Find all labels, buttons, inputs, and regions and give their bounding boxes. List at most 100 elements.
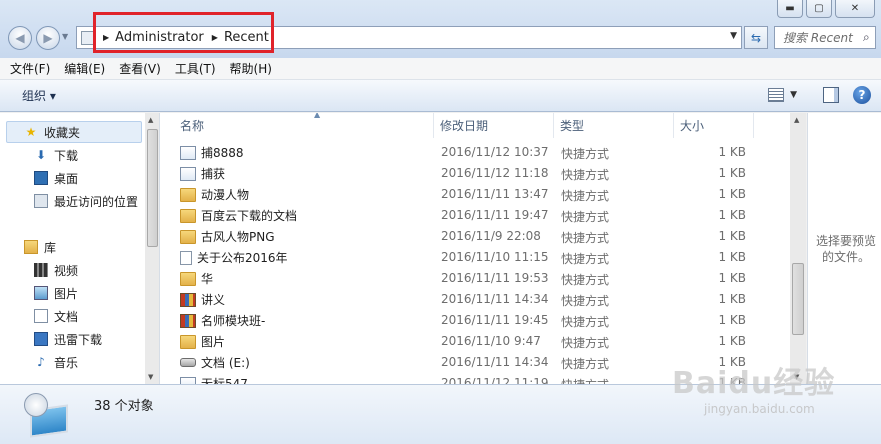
sort-ascending-icon: ▲ xyxy=(314,113,321,119)
folder-icon xyxy=(180,187,196,202)
file-row[interactable]: 百度云下载的文档 2016/11/11 19:47 快捷方式 1 KB xyxy=(160,204,790,225)
file-type: 快捷方式 xyxy=(561,294,610,308)
file-row[interactable]: 华 2016/11/11 19:53 快捷方式 1 KB xyxy=(160,267,790,288)
nav-downloads[interactable]: ⬇ 下载 xyxy=(34,145,78,165)
file-list-scrollbar-thumb[interactable] xyxy=(792,263,804,335)
file-type: 快捷方式 xyxy=(561,273,610,287)
file-date: 2016/11/11 19:53 xyxy=(441,271,549,285)
refresh-button[interactable]: ⇆ xyxy=(744,26,768,49)
search-icon[interactable]: ⌕ xyxy=(863,30,870,45)
library-icon xyxy=(24,240,38,254)
minimize-button[interactable]: ▬ xyxy=(777,0,803,18)
refresh-icon: ⇆ xyxy=(750,30,762,45)
file-name: 动漫人物 xyxy=(201,188,250,202)
nav-music-label: 音乐 xyxy=(54,355,79,370)
file-date: 2016/11/12 10:37 xyxy=(441,145,549,159)
file-date: 2016/11/11 19:47 xyxy=(441,208,549,222)
file-size: 1 KB xyxy=(718,376,746,384)
help-icon[interactable]: ? xyxy=(853,86,871,104)
nav-libraries[interactable]: 库 xyxy=(24,237,56,257)
column-header-size[interactable]: 大小 xyxy=(674,113,754,138)
nav-scrollbar[interactable]: ▲ ▼ xyxy=(145,113,159,384)
file-type: 快捷方式 xyxy=(561,252,610,266)
file-row[interactable]: 图片 2016/11/10 9:47 快捷方式 1 KB xyxy=(160,330,790,351)
file-row[interactable]: 无标547 2016/11/12 11:19 快捷方式 1 KB xyxy=(160,372,790,384)
file-type: 快捷方式 xyxy=(561,315,610,329)
file-name-cell: 图片 xyxy=(180,333,225,350)
recent-places-icon xyxy=(34,194,48,208)
menu-file[interactable]: 文件(F) xyxy=(10,60,50,77)
menu-edit[interactable]: 编辑(E) xyxy=(64,60,105,77)
file-row[interactable]: 捕获 2016/11/12 11:18 快捷方式 1 KB xyxy=(160,162,790,183)
view-options-icon[interactable] xyxy=(768,88,785,102)
file-list-scrollbar[interactable]: ▲ ▼ xyxy=(790,113,806,384)
column-size-label: 大小 xyxy=(680,119,705,133)
file-date: 2016/11/11 13:47 xyxy=(441,187,549,201)
desktop-icon xyxy=(34,171,48,185)
nav-xunlei-downloads[interactable]: 迅雷下载 xyxy=(34,329,102,349)
video-icon xyxy=(34,263,48,277)
file-row[interactable]: 文档 (E:) 2016/11/11 14:34 快捷方式 1 KB xyxy=(160,351,790,372)
archive-icon xyxy=(180,313,196,328)
file-row[interactable]: 名师模块班- 2016/11/11 19:45 快捷方式 1 KB xyxy=(160,309,790,330)
search-box[interactable]: ⌕ xyxy=(774,26,876,49)
menu-tools[interactable]: 工具(T) xyxy=(175,60,216,77)
nav-pictures[interactable]: 图片 xyxy=(34,283,78,303)
nav-music[interactable]: ♪ 音乐 xyxy=(34,352,78,372)
file-size: 1 KB xyxy=(718,187,746,201)
menu-view[interactable]: 查看(V) xyxy=(119,60,161,77)
file-name-cell: 捕获 xyxy=(180,165,225,182)
scroll-up-arrow-icon[interactable]: ▲ xyxy=(148,116,153,124)
download-icon: ⬇ xyxy=(35,148,47,162)
file-type: 快捷方式 xyxy=(561,231,610,245)
nav-recent-places[interactable]: 最近访问的位置 xyxy=(34,191,138,211)
search-input[interactable] xyxy=(783,30,863,45)
column-date-label: 修改日期 xyxy=(440,119,489,133)
address-highlight-annotation xyxy=(93,12,274,53)
nav-favorites-label: 收藏夹 xyxy=(44,125,81,140)
column-header-type[interactable]: 类型 xyxy=(554,113,674,138)
folder-icon xyxy=(180,271,196,286)
file-row[interactable]: 动漫人物 2016/11/11 13:47 快捷方式 1 KB xyxy=(160,183,790,204)
nav-documents[interactable]: 文档 xyxy=(34,306,78,326)
close-button[interactable]: ✕ xyxy=(835,0,875,18)
nav-scrollbar-thumb[interactable] xyxy=(147,129,158,247)
image-icon xyxy=(180,166,196,181)
file-list: 名称 ▲ 修改日期 类型 大小 捕8888 2016/11/12 10:37 快捷方… xyxy=(160,113,806,384)
column-header-name[interactable]: 名称 ▲ xyxy=(174,113,434,138)
file-name: 百度云下载的文档 xyxy=(201,209,298,223)
nav-desktop[interactable]: 桌面 xyxy=(34,168,78,188)
file-row[interactable]: 关于公布2016年 2016/11/10 11:15 快捷方式 1 KB xyxy=(160,246,790,267)
document-icon xyxy=(34,309,48,323)
back-button[interactable]: ◀ xyxy=(8,26,32,50)
nav-favorites[interactable]: ★ 收藏夹 xyxy=(24,122,80,142)
file-type: 快捷方式 xyxy=(561,147,610,161)
file-name: 华 xyxy=(201,272,214,286)
details-pane: 38 个对象 xyxy=(0,384,881,444)
command-toolbar: 组织 ▾ ▼ ? xyxy=(0,80,881,112)
file-name: 图片 xyxy=(201,335,226,349)
organize-button[interactable]: 组织 ▾ xyxy=(22,87,56,104)
scroll-down-arrow-icon[interactable]: ▼ xyxy=(794,373,799,381)
scroll-up-arrow-icon[interactable]: ▲ xyxy=(794,116,799,124)
menu-bar: 文件(F) 编辑(E) 查看(V) 工具(T) 帮助(H) xyxy=(0,58,881,80)
column-header-date[interactable]: 修改日期 xyxy=(434,113,554,138)
maximize-button[interactable]: ▢ xyxy=(806,0,832,18)
file-name: 无标547 xyxy=(201,377,248,384)
image-icon xyxy=(180,145,196,160)
recent-pages-dropdown-icon[interactable]: ▼ xyxy=(62,32,68,41)
file-row[interactable]: 古风人物PNG 2016/11/9 22:08 快捷方式 1 KB xyxy=(160,225,790,246)
file-date: 2016/11/12 11:18 xyxy=(441,166,549,180)
file-row[interactable]: 捕8888 2016/11/12 10:37 快捷方式 1 KB xyxy=(160,141,790,162)
image-icon xyxy=(180,376,196,384)
item-count: 38 个对象 xyxy=(94,399,154,414)
nav-videos[interactable]: 视频 xyxy=(34,260,78,280)
preview-pane-icon[interactable] xyxy=(823,87,839,103)
file-row[interactable]: 讲义 2016/11/11 14:34 快捷方式 1 KB xyxy=(160,288,790,309)
scroll-down-arrow-icon[interactable]: ▼ xyxy=(148,373,153,381)
view-dropdown-icon[interactable]: ▼ xyxy=(790,90,797,100)
forward-button[interactable]: ▶ xyxy=(36,26,60,50)
file-name-cell: 无标547 xyxy=(180,375,248,384)
menu-help[interactable]: 帮助(H) xyxy=(230,60,272,77)
address-dropdown-icon[interactable]: ▼ xyxy=(730,31,737,41)
